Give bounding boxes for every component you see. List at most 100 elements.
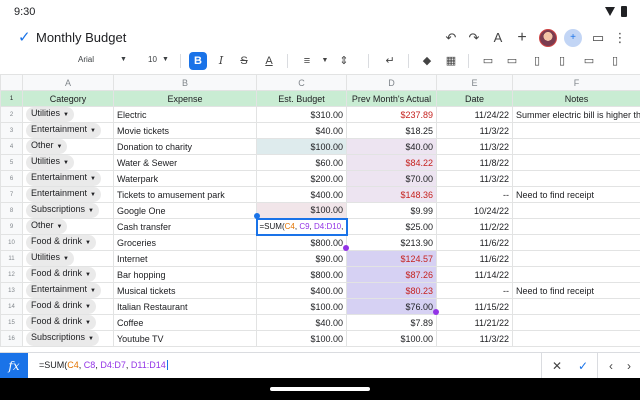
- select-all-corner[interactable]: [0, 74, 23, 91]
- row-number[interactable]: 4: [0, 138, 23, 155]
- comment-icon[interactable]: ▭: [588, 28, 608, 48]
- prev-actual-cell[interactable]: $80.23: [346, 282, 437, 299]
- est-budget-cell[interactable]: $90.00: [256, 250, 347, 267]
- expense-cell[interactable]: Google One: [113, 202, 257, 219]
- text-format-icon[interactable]: A: [488, 28, 508, 48]
- align-icon[interactable]: ≡: [298, 52, 316, 70]
- text-color-icon[interactable]: A: [260, 52, 278, 70]
- category-cell[interactable]: Utilities ▼: [22, 250, 114, 267]
- insert-plus-icon[interactable]: +: [512, 28, 532, 48]
- est-budget-cell[interactable]: $200.00: [256, 170, 347, 187]
- category-cell[interactable]: Subscriptions ▼: [22, 202, 114, 219]
- est-budget-cell[interactable]: $60.00: [256, 154, 347, 171]
- prev-actual-cell[interactable]: $70.00: [346, 170, 437, 187]
- delete-column-icon[interactable]: ▯: [606, 52, 624, 70]
- font-family-select[interactable]: Arial: [78, 55, 94, 64]
- column-header-e[interactable]: E: [436, 74, 513, 91]
- category-chip[interactable]: Food & drink ▼: [26, 267, 96, 282]
- expense-cell[interactable]: Water & Sewer: [113, 154, 257, 171]
- vertical-align-icon[interactable]: ⇕: [335, 52, 353, 70]
- expense-cell[interactable]: Cash transfer: [113, 218, 257, 235]
- document-title[interactable]: Monthly Budget: [36, 30, 126, 45]
- category-cell[interactable]: Utilities ▼: [22, 106, 114, 123]
- active-cell-editor[interactable]: =SUM(C4, C9, D4:D10, E4:E: [255, 217, 348, 236]
- undo-icon[interactable]: ↶: [441, 28, 461, 48]
- expense-cell[interactable]: Electric: [113, 106, 257, 123]
- notes-cell[interactable]: Need to find receipt: [512, 282, 640, 299]
- formula-input[interactable]: =SUM(C4, C8, D4:D7, D11:D14​: [39, 360, 168, 370]
- notes-cell[interactable]: [512, 122, 640, 139]
- insert-column-right-icon[interactable]: ▯: [553, 52, 571, 70]
- row-number[interactable]: 5: [0, 154, 23, 171]
- expense-cell[interactable]: Coffee: [113, 314, 257, 331]
- header-est-budget[interactable]: Est. Budget: [256, 90, 347, 107]
- category-chip[interactable]: Other ▼: [26, 219, 68, 234]
- notes-cell[interactable]: [512, 138, 640, 155]
- date-cell[interactable]: 11/6/22: [436, 250, 513, 267]
- notes-cell[interactable]: Summer electric bill is higher than: [512, 106, 640, 123]
- prev-actual-cell[interactable]: $76.00: [346, 298, 437, 315]
- category-chip[interactable]: Entertainment ▼: [26, 123, 101, 138]
- expense-cell[interactable]: Italian Restaurant: [113, 298, 257, 315]
- est-budget-cell[interactable]: $100.00: [256, 330, 347, 347]
- row-number[interactable]: 3: [0, 122, 23, 139]
- est-budget-cell[interactable]: $400.00: [256, 282, 347, 299]
- category-chip[interactable]: Food & drink ▼: [26, 299, 96, 314]
- share-person-add-icon[interactable]: +: [564, 29, 582, 47]
- category-cell[interactable]: Food & drink ▼: [22, 314, 114, 331]
- category-chip[interactable]: Entertainment ▼: [26, 283, 101, 298]
- notes-cell[interactable]: [512, 218, 640, 235]
- date-cell[interactable]: 11/2/22: [436, 218, 513, 235]
- est-budget-cell[interactable]: $800.00: [256, 234, 347, 251]
- date-cell[interactable]: --: [436, 282, 513, 299]
- category-chip[interactable]: Utilities ▼: [26, 155, 74, 170]
- selection-handle[interactable]: [254, 213, 260, 219]
- range-handle[interactable]: [433, 309, 439, 315]
- redo-icon[interactable]: ↷: [464, 28, 484, 48]
- font-dropdown-icon[interactable]: ▼: [120, 56, 127, 63]
- row-number[interactable]: 6: [0, 170, 23, 187]
- expense-cell[interactable]: Musical tickets: [113, 282, 257, 299]
- notes-cell[interactable]: Need to find receipt: [512, 186, 640, 203]
- category-chip[interactable]: Food & drink ▼: [26, 315, 96, 330]
- range-handle[interactable]: [343, 245, 349, 251]
- notes-cell[interactable]: [512, 234, 640, 251]
- est-budget-cell[interactable]: $100.00: [256, 138, 347, 155]
- expense-cell[interactable]: Waterpark: [113, 170, 257, 187]
- prev-actual-cell[interactable]: $7.89: [346, 314, 437, 331]
- confirm-check-icon[interactable]: ✓: [574, 357, 592, 375]
- notes-cell[interactable]: [512, 266, 640, 283]
- row-number[interactable]: 12: [0, 266, 23, 283]
- date-cell[interactable]: 11/3/22: [436, 138, 513, 155]
- row-number[interactable]: 10: [0, 234, 23, 251]
- prev-actual-cell[interactable]: $124.57: [346, 250, 437, 267]
- header-prev-actual[interactable]: Prev Month's Actual: [346, 90, 437, 107]
- align-dropdown-icon[interactable]: ▼: [316, 52, 334, 70]
- notes-cell[interactable]: [512, 298, 640, 315]
- prev-actual-cell[interactable]: $25.00: [346, 218, 437, 235]
- est-budget-cell[interactable]: $400.00: [256, 186, 347, 203]
- prev-actual-cell[interactable]: $100.00: [346, 330, 437, 347]
- next-icon[interactable]: ›: [620, 357, 638, 375]
- spreadsheet-grid[interactable]: A B C D E F 1 Category Expense Est. Budg…: [0, 74, 640, 352]
- fx-icon[interactable]: fx: [0, 353, 28, 379]
- notes-cell[interactable]: [512, 170, 640, 187]
- strikethrough-icon[interactable]: S: [235, 52, 253, 70]
- column-header-b[interactable]: B: [113, 74, 257, 91]
- date-cell[interactable]: 11/3/22: [436, 122, 513, 139]
- prev-actual-cell[interactable]: $18.25: [346, 122, 437, 139]
- est-budget-cell[interactable]: $40.00: [256, 122, 347, 139]
- prev-actual-cell[interactable]: $213.90: [346, 234, 437, 251]
- previous-icon[interactable]: ‹: [602, 357, 620, 375]
- row-number[interactable]: 9: [0, 218, 23, 235]
- category-chip[interactable]: Entertainment ▼: [26, 187, 101, 202]
- category-cell[interactable]: Entertainment ▼: [22, 186, 114, 203]
- avatar[interactable]: [539, 29, 557, 47]
- expense-cell[interactable]: Internet: [113, 250, 257, 267]
- date-cell[interactable]: 11/8/22: [436, 154, 513, 171]
- category-cell[interactable]: Food & drink ▼: [22, 298, 114, 315]
- notes-cell[interactable]: [512, 202, 640, 219]
- category-cell[interactable]: Food & drink ▼: [22, 266, 114, 283]
- insert-row-above-icon[interactable]: ▭: [479, 52, 497, 70]
- bold-icon[interactable]: B: [189, 52, 207, 70]
